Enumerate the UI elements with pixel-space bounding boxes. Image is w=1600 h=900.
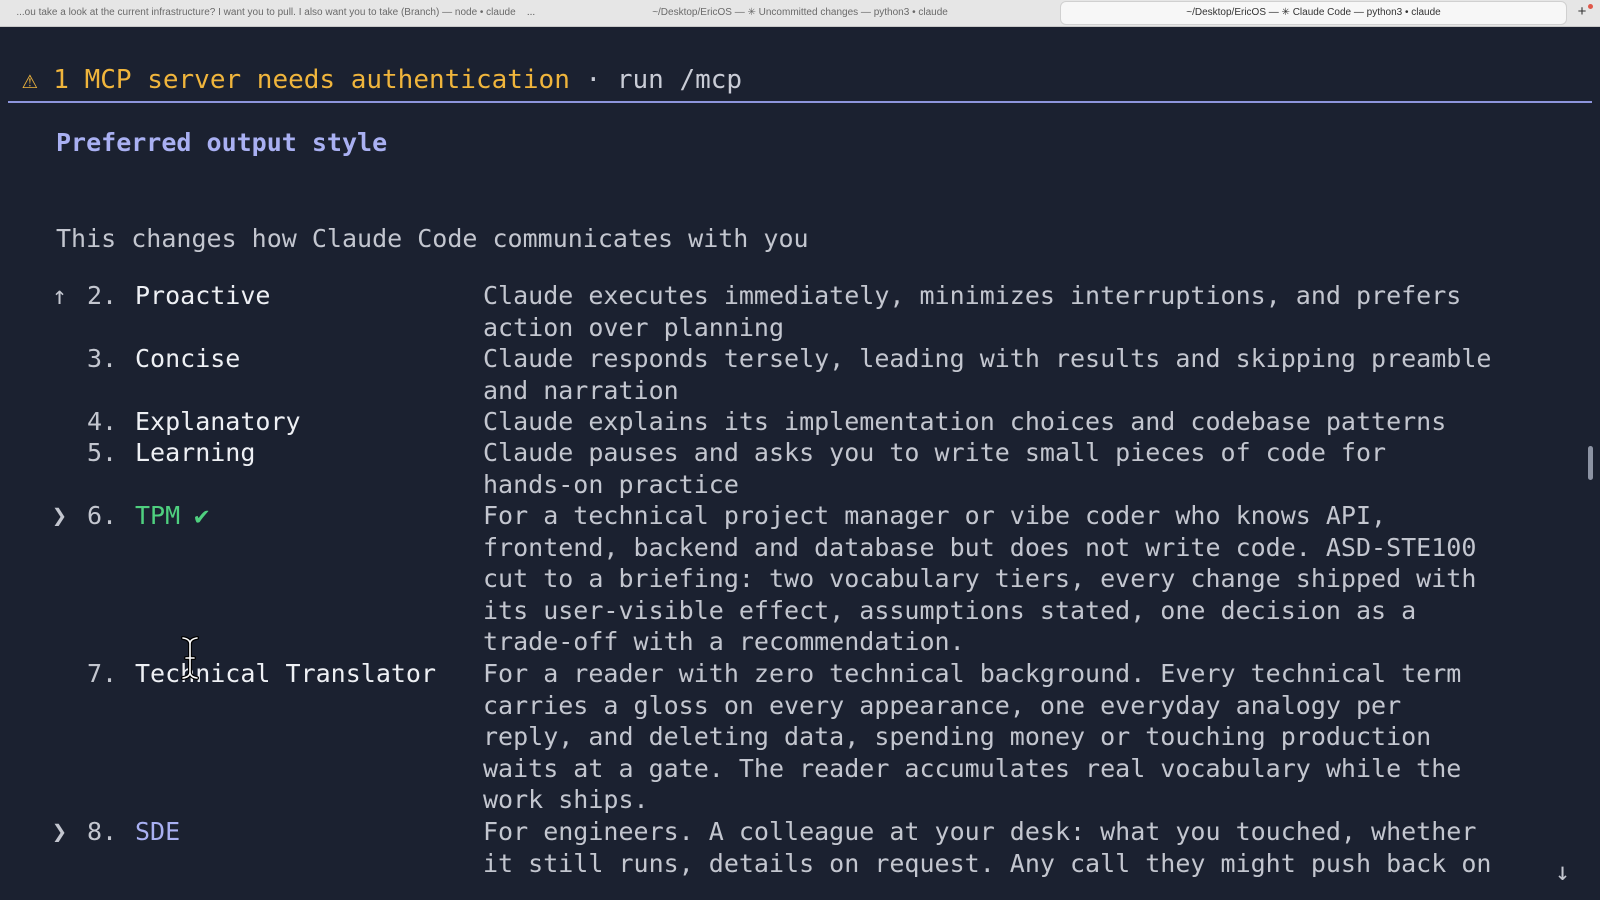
description-line: cut to a briefing: two vocabulary tiers,…: [483, 564, 1477, 594]
option-name: Concise: [135, 344, 241, 373]
option-name: Learning: [135, 438, 256, 467]
mcp-command-hint: run /mcp: [616, 65, 743, 95]
tab-bar: ...ou take a look at the current infrast…: [0, 0, 1600, 27]
description-line: For a technical project manager or vibe …: [483, 501, 1387, 530]
text-cursor-icon: [181, 636, 199, 680]
banner-separator: ·: [569, 65, 617, 95]
description-line: frontend, backend and database but does …: [483, 532, 1477, 562]
description-line: reply, and deleting data, spending money…: [483, 722, 1432, 752]
tab-uncommitted-changes[interactable]: ~/Desktop/EricOS — ✳ Uncommitted changes…: [560, 3, 1040, 23]
scroll-down-icon: ↓: [1555, 857, 1571, 886]
option-number: 3.: [87, 344, 118, 373]
option-description: For engineers. A colleague at your desk:…: [483, 816, 1491, 879]
description-line: hands-on practice: [483, 469, 739, 499]
option-description: For a reader with zero technical backgro…: [483, 658, 1461, 816]
tab-claude-code-active[interactable]: ~/Desktop/EricOS — ✳ Claude Code — pytho…: [1060, 1, 1567, 25]
option-description: Claude pauses and asks you to write smal…: [483, 437, 1386, 500]
option-number: 7.: [87, 659, 118, 688]
description-line: Claude responds tersely, leading with re…: [483, 344, 1492, 373]
description-line: carries a gloss on every appearance, one…: [483, 690, 1402, 720]
description-line: trade-off with a recommendation.: [483, 627, 965, 657]
option-description: Claude responds tersely, leading with re…: [483, 343, 1491, 406]
option-number: 2.: [87, 281, 118, 310]
description-line: waits at a gate. The reader accumulates …: [483, 753, 1462, 783]
description-line: Claude explains its implementation choic…: [483, 407, 1447, 436]
tab-overflow-more[interactable]: ...: [522, 3, 540, 23]
option-name: SDE: [135, 817, 181, 846]
mcp-auth-banner: ⚠ 1 MCP server needs authentication · ru…: [22, 62, 742, 98]
option-number: 6.: [87, 501, 118, 530]
option-number: 5.: [87, 438, 118, 467]
option-description: Claude explains its implementation choic…: [483, 406, 1446, 438]
description-line: its user-visible effect, assumptions sta…: [483, 595, 1417, 625]
option-number: 8.: [87, 817, 118, 846]
option-name: Proactive: [135, 281, 271, 310]
scroll-up-icon: ↑: [52, 281, 68, 310]
panel-divider: [8, 101, 1592, 103]
description-line: it still runs, details on request. Any c…: [483, 848, 1492, 878]
option-description: For a technical project manager or vibe …: [483, 500, 1476, 658]
option-name: Explanatory: [135, 407, 301, 436]
selection-pointer-icon: ❯: [52, 501, 68, 530]
checkmark-icon: ✔: [194, 501, 210, 530]
description-line: work ships.: [483, 785, 649, 815]
option-name-label: TPM: [135, 501, 181, 530]
highlight-pointer-icon: ❯: [52, 817, 68, 846]
option-description: Claude executes immediately, minimizes i…: [483, 280, 1461, 343]
tab-branch-node[interactable]: ...ou take a look at the current infrast…: [10, 3, 522, 23]
new-tab-button[interactable]: +: [1575, 2, 1589, 22]
scrollbar-thumb[interactable]: [1588, 446, 1593, 480]
description-line: Claude executes immediately, minimizes i…: [483, 281, 1462, 310]
panel-subtitle: This changes how Claude Code communicate…: [56, 224, 809, 253]
option-name: TPM ✔: [135, 500, 209, 532]
option-number: 4.: [87, 407, 118, 436]
description-line: action over planning: [483, 312, 785, 342]
mcp-auth-warning: ⚠ 1 MCP server needs authentication: [22, 65, 570, 95]
description-line: and narration: [483, 375, 679, 405]
panel-title: Preferred output style: [56, 128, 388, 157]
notification-dot-icon: [1588, 4, 1593, 9]
description-line: For engineers. A colleague at your desk:…: [483, 817, 1477, 846]
description-line: Claude pauses and asks you to write smal…: [483, 438, 1387, 467]
description-line: For a reader with zero technical backgro…: [483, 659, 1462, 688]
